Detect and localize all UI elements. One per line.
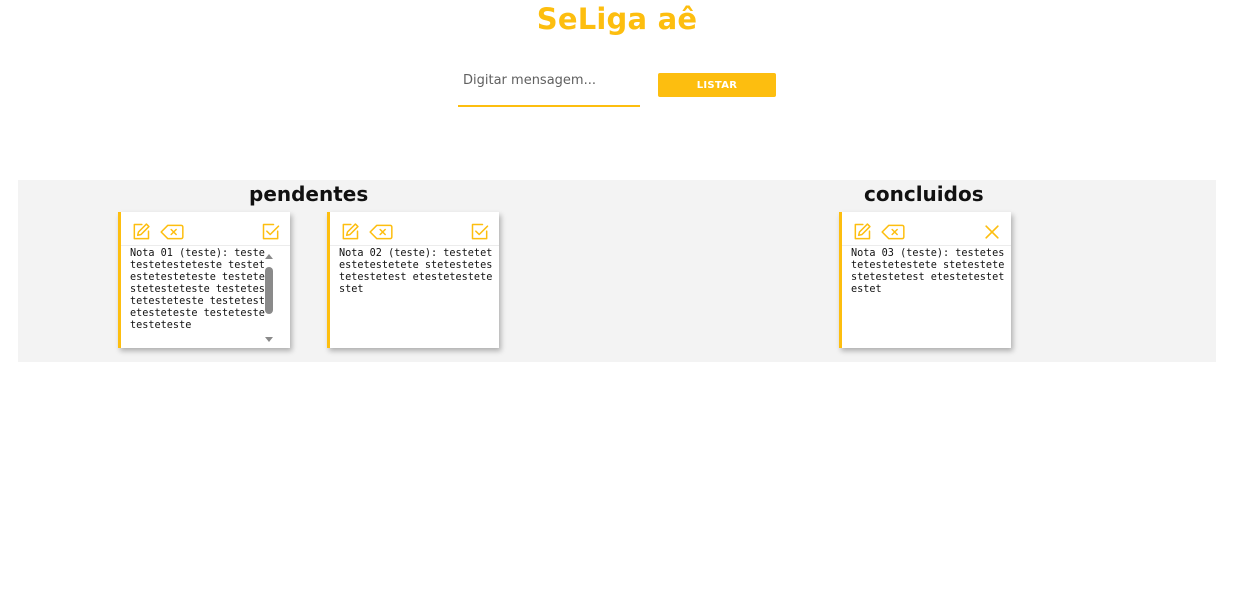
note-card-done-1: Nota 03 (teste): testetestetestetestete …: [839, 212, 1011, 348]
note-scrollbar[interactable]: [264, 252, 274, 344]
edit-icon[interactable]: [131, 222, 151, 242]
note-toolbar: [121, 212, 290, 246]
note-toolbar: [842, 212, 1011, 246]
note-text: Nota 01 (teste): testetestetesteteste te…: [130, 248, 265, 331]
scroll-down-arrow-icon[interactable]: [265, 337, 273, 342]
edit-icon[interactable]: [340, 222, 360, 242]
delete-icon[interactable]: [881, 222, 905, 242]
pending-column-title: pendentes: [249, 182, 369, 206]
note-card-pending-2: Nota 02 (teste): testetetestetestetete s…: [327, 212, 499, 348]
scroll-up-arrow-icon[interactable]: [265, 254, 273, 259]
check-icon[interactable]: [470, 222, 490, 242]
done-column-title: concluidos: [864, 182, 984, 206]
close-icon[interactable]: [982, 222, 1002, 242]
delete-icon[interactable]: [160, 222, 184, 242]
note-toolbar: [330, 212, 499, 246]
list-button[interactable]: LISTAR: [658, 73, 776, 97]
note-text: Nota 03 (teste): testetestetestetestete …: [851, 248, 1005, 295]
delete-icon[interactable]: [369, 222, 393, 242]
note-text: Nota 02 (teste): testetetestetestetete s…: [339, 248, 493, 295]
edit-icon[interactable]: [852, 222, 872, 242]
message-input[interactable]: [458, 60, 640, 107]
check-icon[interactable]: [261, 222, 281, 242]
page-title: SeLiga aê: [536, 2, 698, 36]
notes-board: pendentes concluidos Nota 01 (teste): te…: [18, 180, 1216, 362]
scrollbar-thumb[interactable]: [265, 267, 273, 314]
note-card-pending-1: Nota 01 (teste): testetestetesteteste te…: [118, 212, 290, 348]
